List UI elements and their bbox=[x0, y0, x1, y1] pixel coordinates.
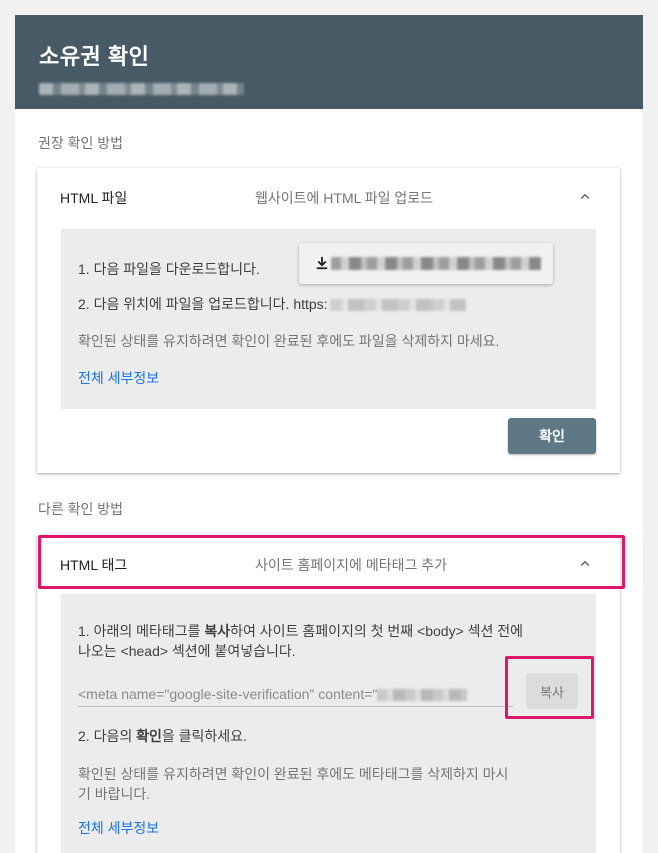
property-url-redacted bbox=[39, 83, 244, 95]
html-file-card-header[interactable]: HTML 파일 웹사이트에 HTML 파일 업로드 bbox=[37, 168, 620, 226]
full-details-link[interactable]: 전체 세부정보 bbox=[78, 818, 159, 838]
step-2-label: 2. 다음 위치에 파일을 업로드합니다. https: bbox=[78, 296, 328, 312]
html-file-instructions: 1. 다음 파일을 다운로드합니다. 2. 다음 위치에 파일을 업로드합니다.… bbox=[61, 229, 596, 409]
upload-url-redacted bbox=[329, 299, 466, 312]
html-tag-instructions: 1. 아래의 메타태그를 복사하여 사이트 홈페이지의 첫 번째 <body> … bbox=[61, 594, 596, 853]
step-2-bold: 확인 bbox=[136, 728, 162, 744]
method-name: HTML 파일 bbox=[60, 190, 128, 206]
verification-code-redacted bbox=[377, 689, 468, 702]
html-tag-header-highlight bbox=[38, 535, 625, 589]
step-1-part: 1. 아래의 메타태그를 bbox=[78, 623, 205, 639]
step-1-line-2: 나오는 <head> 섹션에 붙여넣습니다. bbox=[78, 643, 296, 659]
confirm-button[interactable]: 확인 bbox=[508, 418, 596, 454]
step-2-text: 2. 다음의 확인을 클릭하세요. bbox=[78, 726, 247, 746]
header: 소유권 확인 bbox=[15, 15, 643, 109]
page-title: 소유권 확인 bbox=[39, 44, 150, 69]
step-2-text: 2. 다음 위치에 파일을 업로드합니다. https: bbox=[78, 294, 466, 314]
step-1-text: 1. 다음 파일을 다운로드합니다. bbox=[78, 261, 260, 277]
full-details-link[interactable]: 전체 세부정보 bbox=[78, 368, 159, 388]
download-icon bbox=[316, 257, 328, 270]
file-name-redacted bbox=[331, 257, 541, 270]
download-file-button[interactable] bbox=[299, 243, 553, 284]
step-1-text: 1. 아래의 메타태그를 복사하여 사이트 홈페이지의 첫 번째 <body> … bbox=[78, 621, 523, 641]
keep-tag-note-line-2: 기 바랍니다. bbox=[78, 786, 151, 802]
step-1-bold: 복사 bbox=[204, 623, 231, 639]
copy-button-highlight bbox=[505, 656, 594, 719]
step-2-part: 2. 다음의 bbox=[78, 728, 137, 744]
ownership-verification-panel: 소유권 확인 권장 확인 방법 HTML 파일 웹사이트에 HTML 파일 업로… bbox=[15, 15, 643, 853]
keep-file-note: 확인된 상태를 유지하려면 확인이 완료된 후에도 파일을 삭제하지 마세요. bbox=[78, 333, 500, 349]
html-file-card: HTML 파일 웹사이트에 HTML 파일 업로드 1. 다음 파일을 다운로드… bbox=[37, 168, 620, 473]
step-2-part: 을 클릭하세요. bbox=[161, 728, 247, 744]
method-description: 웹사이트에 HTML 파일 업로드 bbox=[255, 190, 434, 206]
other-methods-label: 다른 확인 방법 bbox=[38, 501, 124, 517]
keep-tag-note-line-1: 확인된 상태를 유지하려면 확인이 완료된 후에도 메타태그를 삭제하지 마시 bbox=[78, 766, 509, 782]
meta-tag-field[interactable]: <meta name="google-site-verification" co… bbox=[78, 686, 513, 707]
recommended-method-label: 권장 확인 방법 bbox=[38, 135, 124, 151]
chevron-up-icon[interactable] bbox=[576, 188, 594, 206]
meta-tag-value: <meta name="google-site-verification" co… bbox=[78, 686, 378, 702]
step-1-part: 하여 사이트 홈페이지의 첫 번째 <body> 섹션 전에 bbox=[230, 623, 524, 639]
